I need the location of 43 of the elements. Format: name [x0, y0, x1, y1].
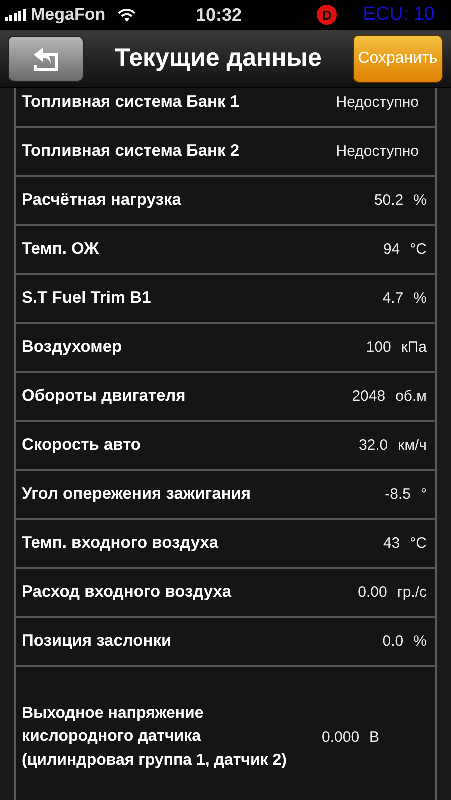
parameter-value: Недоступно	[336, 143, 419, 160]
parameter-name: Темп. входного воздуха	[22, 532, 220, 554]
status-badge: D	[317, 5, 338, 25]
parameter-unit: гр./с	[397, 584, 427, 601]
parameter-name: Позиция заслонки	[22, 630, 173, 652]
parameter-value: 50.2	[374, 192, 404, 209]
save-button[interactable]: Сохранить	[353, 34, 443, 82]
parameter-name: Воздухомер	[22, 336, 124, 358]
parameter-unit: В	[370, 728, 380, 746]
carrier-name: MegaFon	[31, 5, 106, 25]
clock-time: 10:32	[196, 4, 242, 26]
parameter-name: Выходное напряжение кислородного датчика (цилиндровая группа 1, датчик 2)	[22, 704, 288, 771]
parameter-name: Скорость авто	[22, 434, 142, 456]
parameter-unit: %	[414, 192, 427, 209]
parameter-value: -8.5	[385, 486, 411, 503]
parameter-unit: %	[414, 290, 427, 307]
parameter-value: 32.0	[358, 437, 388, 454]
screen-title: Текущие данные	[114, 44, 323, 73]
parameter-value: 100	[366, 339, 392, 356]
parameter-name: Расход входного воздуха	[22, 582, 233, 603]
parameter-unit: °C	[410, 241, 427, 258]
parameter-value: Недоступно	[336, 94, 419, 111]
parameter-value: 2048	[352, 388, 386, 405]
parameter-name: Расчётная нагрузка	[22, 190, 182, 211]
parameter-name: Темп. ОЖ	[22, 238, 100, 260]
parameter-name: Угол опережения зажигания	[22, 484, 252, 505]
parameter-value: 0.0	[382, 633, 404, 650]
parameter-value: 43	[383, 535, 400, 552]
parameter-name: Топливная система Банк 1	[22, 92, 241, 113]
parameter-unit: %	[414, 633, 427, 650]
parameter-value: 94	[383, 241, 400, 258]
parameter-unit: кПа	[401, 339, 427, 356]
parameter-unit: °	[421, 486, 427, 503]
parameter-name: Обороты двигателя	[22, 386, 187, 407]
ecu-count: ECU: 10	[363, 4, 435, 26]
parameter-unit: °C	[410, 535, 427, 552]
parameter-name: Топливная система Банк 2	[22, 140, 241, 162]
parameter-value: 0.00	[358, 584, 388, 601]
parameter-value: 0.000	[322, 728, 360, 746]
parameter-unit: км/ч	[398, 437, 427, 454]
parameter-unit: об.м	[396, 388, 427, 405]
parameter-name: S.T Fuel Trim B1	[22, 288, 152, 309]
parameter-value: 4.7	[382, 290, 404, 307]
